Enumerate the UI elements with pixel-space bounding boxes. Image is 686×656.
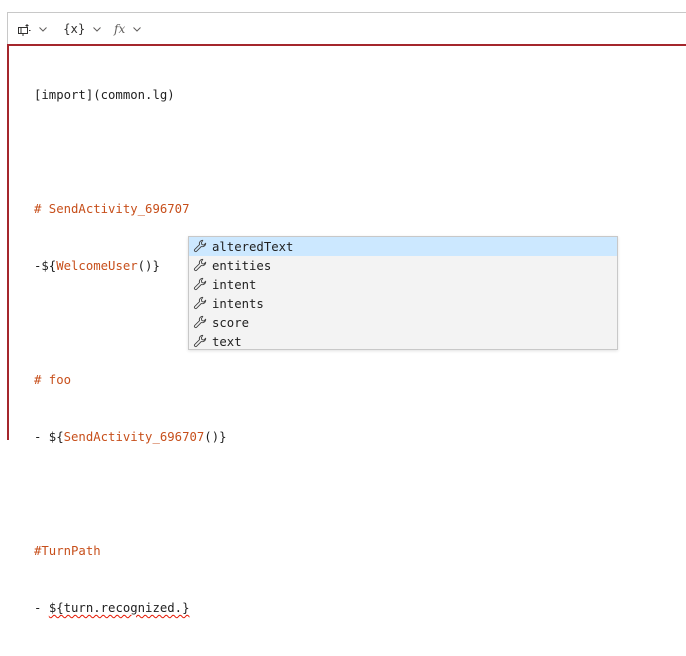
code-line: # SendActivity_696707 [34, 200, 227, 219]
suggestion-item[interactable]: intents [189, 294, 617, 313]
suggestion-label: intent [212, 277, 257, 292]
suggestion-item[interactable]: alteredText [189, 237, 617, 256]
code-line: - ${SendActivity_696707()} [34, 428, 227, 447]
template-header: # foo [34, 373, 72, 387]
expression-prefix: - [34, 601, 49, 615]
suggestion-label: alteredText [212, 239, 294, 254]
code-line: [import](common.lg) [34, 86, 227, 105]
expression-suffix: ()} [204, 430, 227, 444]
suggestion-label: intents [212, 296, 264, 311]
suggestion-item[interactable]: text [189, 332, 617, 351]
error-expression: ${turn.recognized.} [48, 601, 190, 615]
code-lines[interactable]: [import](common.lg) # SendActivity_69670… [34, 48, 227, 656]
import-statement: [import](common.lg) [34, 88, 175, 102]
code-line: # foo [34, 371, 227, 390]
wrench-icon [193, 277, 208, 292]
wrench-icon [193, 296, 208, 311]
expression-suffix: ()} [137, 259, 160, 273]
function-icon: fx [114, 21, 126, 36]
suggestion-label: text [212, 334, 242, 349]
insert-function-menu[interactable]: fx [114, 13, 142, 44]
chevron-down-icon [38, 24, 48, 34]
suggestion-item[interactable]: entities [189, 256, 617, 275]
code-line: #TurnPath [34, 542, 227, 561]
template-reference: SendActivity_696707 [63, 430, 205, 444]
chevron-down-icon [132, 24, 142, 34]
chevron-down-icon [92, 24, 102, 34]
lg-editor-frame: {x} fx [import](common.lg) # SendActivit… [0, 0, 686, 615]
insert-variable-menu[interactable]: {x} [63, 13, 102, 44]
autocomplete-suggestion-list[interactable]: alteredText entities intent intents scor… [188, 236, 618, 350]
expression-prefix: - ${ [34, 430, 64, 444]
suggestion-item[interactable]: intent [189, 275, 617, 294]
wrench-icon [193, 315, 208, 330]
template-reference: WelcomeUser [56, 259, 138, 273]
template-insert-icon [17, 22, 31, 36]
suggestion-label: entities [212, 258, 272, 273]
editor-toolbar: {x} fx [7, 12, 686, 44]
suggestion-item[interactable]: score [189, 313, 617, 332]
code-line: - ${turn.recognized.} [34, 599, 227, 618]
expression-prefix: -${ [34, 259, 57, 273]
suggestion-label: score [212, 315, 250, 330]
template-header: # SendActivity_696707 [34, 202, 190, 216]
template-header: #TurnPath [34, 544, 101, 558]
wrench-icon [193, 258, 208, 273]
insert-template-menu[interactable] [17, 13, 48, 44]
wrench-icon [193, 239, 208, 254]
variable-icon: {x} [63, 21, 86, 36]
wrench-icon [193, 334, 208, 349]
